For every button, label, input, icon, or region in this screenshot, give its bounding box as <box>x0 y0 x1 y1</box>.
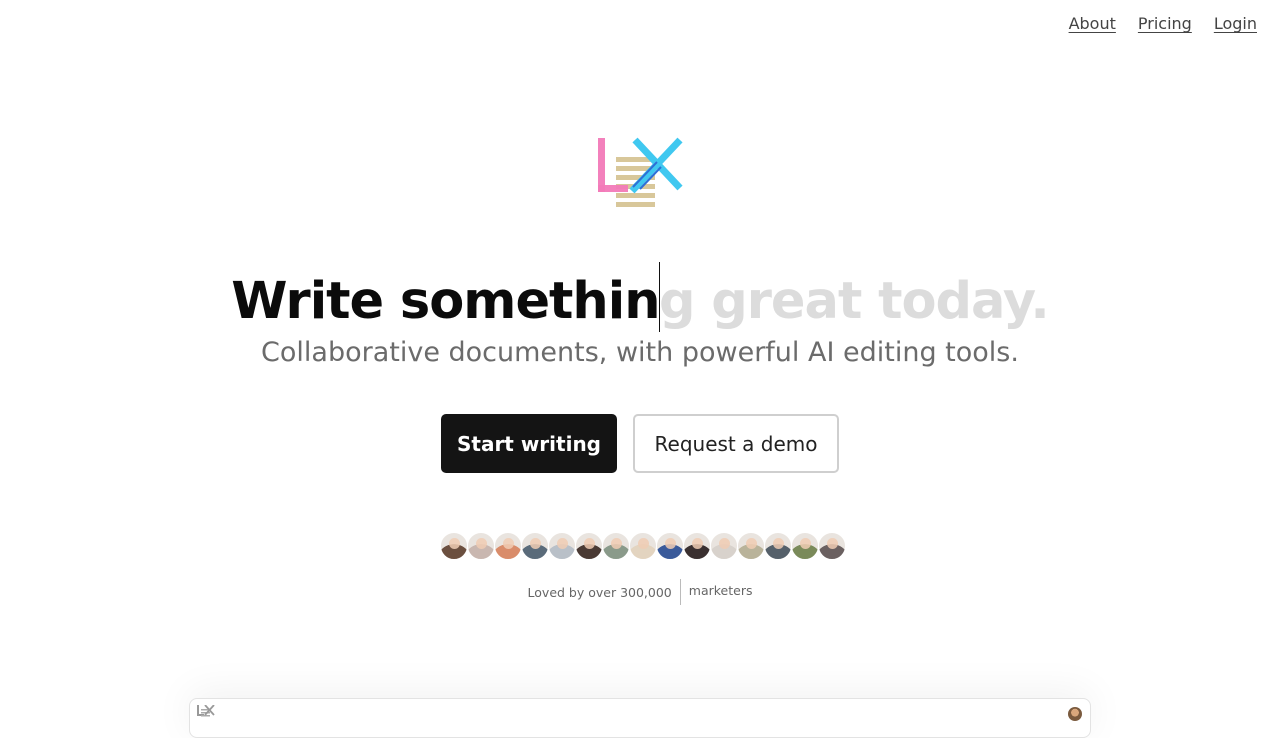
user-avatars <box>440 532 846 560</box>
loved-by-text: Loved by over 300,000 <box>527 584 672 600</box>
avatar <box>656 532 684 560</box>
headline-typed-text: Write somethin <box>231 272 660 331</box>
headline-ghost-text: g great today. <box>659 272 1050 331</box>
avatar <box>575 532 603 560</box>
avatar <box>818 532 846 560</box>
user-avatar[interactable] <box>1068 707 1082 721</box>
avatar <box>521 532 549 560</box>
avatar <box>737 532 765 560</box>
avatar <box>494 532 522 560</box>
top-nav: About Pricing Login <box>1069 14 1257 33</box>
nav-pricing-link[interactable]: Pricing <box>1138 14 1192 33</box>
avatar <box>602 532 630 560</box>
editor-preview <box>189 698 1091 738</box>
audience-text: marketers <box>688 582 753 598</box>
request-demo-button[interactable]: Request a demo <box>633 414 839 473</box>
avatar <box>629 532 657 560</box>
hero-headline: Write something great today. <box>0 262 1280 332</box>
lex-logo-icon <box>598 137 683 207</box>
avatar <box>764 532 792 560</box>
avatar <box>683 532 711 560</box>
avatar <box>467 532 495 560</box>
social-proof: Loved by over 300,000 marketers <box>0 579 1280 605</box>
start-writing-button[interactable]: Start writing <box>441 414 617 473</box>
avatar <box>548 532 576 560</box>
lex-mini-logo-icon <box>197 705 215 717</box>
divider <box>679 579 681 605</box>
nav-about-link[interactable]: About <box>1069 14 1116 33</box>
avatar <box>791 532 819 560</box>
hero-subtitle: Collaborative documents, with powerful A… <box>261 337 1019 368</box>
nav-login-link[interactable]: Login <box>1214 14 1257 33</box>
avatar <box>710 532 738 560</box>
avatar <box>440 532 468 560</box>
